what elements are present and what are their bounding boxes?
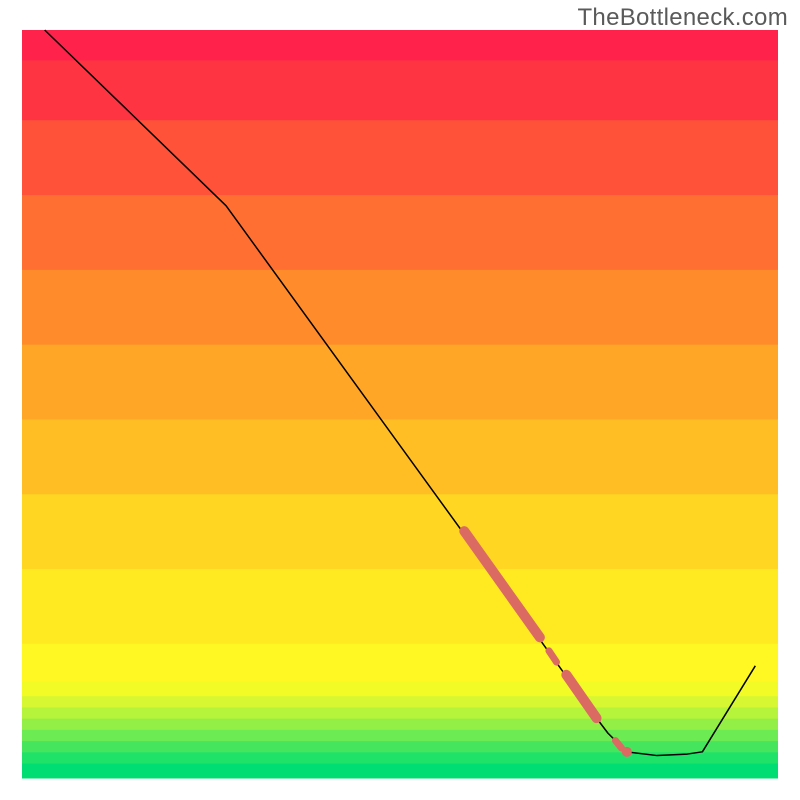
heat-gradient-layer bbox=[22, 30, 778, 779]
heat-band bbox=[22, 195, 778, 270]
heat-band bbox=[22, 569, 778, 644]
heat-band bbox=[22, 120, 778, 195]
heat-band bbox=[22, 707, 778, 719]
heat-band bbox=[22, 643, 778, 681]
heat-band bbox=[22, 269, 778, 344]
heat-band bbox=[22, 494, 778, 569]
heat-band bbox=[22, 741, 778, 753]
heat-band bbox=[22, 60, 778, 120]
heat-band bbox=[22, 729, 778, 741]
plot-svg bbox=[0, 0, 800, 800]
highlight-end-dot bbox=[622, 747, 632, 757]
heat-band bbox=[22, 419, 778, 494]
heat-band bbox=[22, 696, 778, 708]
heat-band bbox=[22, 752, 778, 764]
highlight-dot-low-1 bbox=[615, 741, 621, 748]
bottleneck-chart: TheBottleneck.com bbox=[0, 0, 800, 800]
heat-band bbox=[22, 681, 778, 696]
heat-band bbox=[22, 344, 778, 419]
heat-band bbox=[22, 30, 778, 60]
heat-band bbox=[22, 718, 778, 730]
heat-band bbox=[22, 763, 778, 778]
